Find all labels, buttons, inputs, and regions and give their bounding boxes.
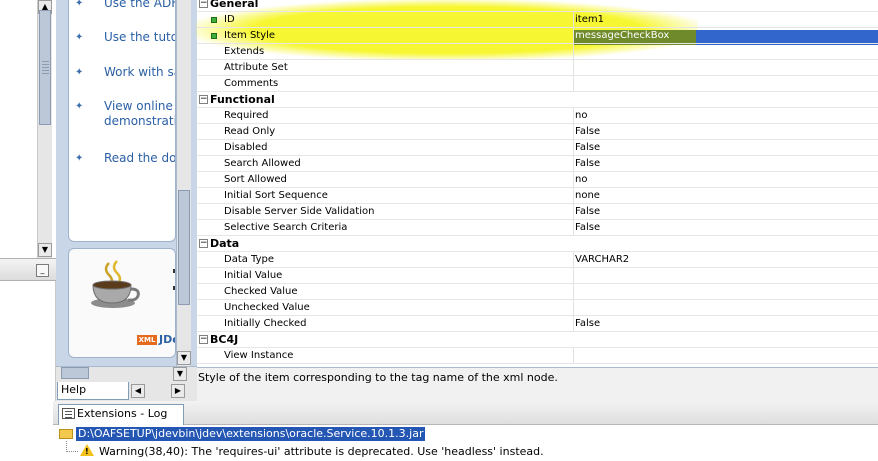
scroll-thumb[interactable]	[39, 10, 51, 125]
property-value[interactable]: False	[575, 142, 600, 153]
set-value-icon	[211, 33, 217, 39]
property-value[interactable]: False	[575, 222, 600, 233]
scroll-thumb[interactable]	[178, 190, 190, 305]
collapse-icon[interactable]: −	[199, 95, 208, 104]
property-row[interactable]: Checked Value	[197, 284, 878, 300]
category-label: Functional	[210, 93, 275, 106]
help-vertical-scrollbar[interactable]: ▼	[176, 0, 191, 366]
property-row[interactable]: Item Style messageCheckBox	[197, 28, 878, 44]
star-icon: ✦	[75, 0, 84, 9]
property-row[interactable]: Initially Checked False	[197, 316, 878, 332]
property-row[interactable]: Sort Allowed no	[197, 172, 878, 188]
property-value[interactable]: item1	[575, 14, 604, 25]
property-value[interactable]: VARCHAR2	[575, 254, 629, 265]
scroll-down-icon[interactable]: ▼	[173, 367, 187, 381]
property-name: Extends	[224, 46, 265, 57]
xml-badge: XML	[137, 335, 157, 345]
property-row[interactable]: Disabled False	[197, 140, 878, 156]
star-icon: ✦	[75, 101, 84, 112]
property-row[interactable]: Initial Sort Sequence none	[197, 188, 878, 204]
property-value[interactable]: none	[575, 190, 600, 201]
warning-icon-mark: !	[85, 447, 89, 456]
minimize-icon[interactable]: _	[36, 264, 49, 277]
property-name: Read Only	[224, 126, 276, 137]
property-value[interactable]: no	[575, 174, 587, 185]
star-icon: ✦	[75, 67, 84, 78]
property-name: ID	[224, 14, 235, 25]
property-row[interactable]: ID item1	[197, 12, 878, 28]
property-name: View Instance	[224, 350, 294, 361]
category-label: Data	[210, 237, 240, 250]
property-category-row[interactable]: − General	[197, 0, 878, 12]
property-row[interactable]: Comments	[197, 76, 878, 92]
log-path-entry[interactable]: D:\OAFSETUP\jdevbin\jdev\extensions\orac…	[76, 427, 426, 441]
property-value[interactable]: messageCheckBox	[575, 30, 669, 41]
property-row[interactable]: View Instance	[197, 348, 878, 364]
property-row[interactable]: Disable Server Side Validation False	[197, 204, 878, 220]
horizontal-scroll-thumb[interactable]	[61, 367, 89, 379]
property-name: Data Type	[224, 254, 275, 265]
property-row[interactable]: Search Allowed False	[197, 156, 878, 172]
tab-extensions-log[interactable]: Extensions - Log	[58, 404, 184, 425]
brand-text: JDe	[159, 333, 175, 346]
property-row[interactable]: Initial Value	[197, 268, 878, 284]
property-name: Initially Checked	[224, 318, 307, 329]
property-value[interactable]: False	[575, 206, 600, 217]
property-grid: − General ID item1 Item Style messageCheckBox…	[197, 0, 878, 367]
property-row[interactable]: Data Type VARCHAR2	[197, 252, 878, 268]
property-value[interactable]: False	[575, 126, 600, 137]
property-value[interactable]: False	[575, 318, 600, 329]
help-card: XML JDe	[68, 248, 176, 358]
star-icon: ✦	[75, 32, 84, 43]
collapse-icon[interactable]: −	[199, 335, 208, 344]
property-name: Comments	[224, 78, 279, 89]
scroll-down-icon[interactable]: ▼	[177, 351, 191, 365]
property-name: Selective Search Criteria	[224, 222, 348, 233]
folder-open-icon	[59, 429, 73, 439]
property-category-row[interactable]: − Functional	[197, 92, 878, 108]
property-name: Checked Value	[224, 286, 298, 297]
property-name: Attribute Set	[224, 62, 288, 73]
tab-scroll-right-icon[interactable]: ▶	[171, 384, 185, 398]
property-row[interactable]: Selective Search Criteria False	[197, 220, 878, 236]
property-category-row[interactable]: − BC4J	[197, 332, 878, 348]
left-vertical-scrollbar[interactable]: ▲ ▼	[37, 0, 52, 258]
log-icon	[62, 408, 75, 419]
property-value[interactable]: no	[575, 110, 587, 121]
set-value-icon	[211, 17, 217, 23]
property-row[interactable]: Read Only False	[197, 124, 878, 140]
category-label: BC4J	[210, 333, 239, 346]
tree-connector	[66, 451, 78, 452]
tab-help-content[interactable]: Help Content	[57, 382, 129, 412]
left-panel-body	[0, 281, 56, 461]
property-name: Initial Value	[224, 270, 283, 281]
property-name: Disable Server Side Validation	[224, 206, 375, 217]
property-name: Search Allowed	[224, 158, 301, 169]
collapse-icon[interactable]: −	[199, 239, 208, 248]
coffee-cup-icon	[91, 260, 140, 308]
property-category-row[interactable]: − Data	[197, 236, 878, 252]
help-links-card: ✦ Use the ADF ✦ Use the tutor ✦ Work wit…	[68, 0, 176, 242]
scroll-down-icon[interactable]: ▼	[38, 243, 52, 257]
collapse-icon[interactable]: −	[199, 0, 208, 8]
property-name: Unchecked Value	[224, 302, 310, 313]
property-row[interactable]: Unchecked Value	[197, 300, 878, 316]
tab-scroll-left-icon[interactable]: ◀	[131, 384, 145, 398]
star-icon: ✦	[75, 153, 84, 164]
property-row[interactable]: Extends	[197, 44, 878, 60]
property-name: Item Style	[224, 30, 276, 41]
property-name: Sort Allowed	[224, 174, 287, 185]
property-row[interactable]: Required no	[197, 108, 878, 124]
property-name: Disabled	[224, 142, 268, 153]
property-name: Initial Sort Sequence	[224, 190, 328, 201]
property-row[interactable]: Attribute Set	[197, 60, 878, 76]
property-description: Style of the item corresponding to the t…	[198, 371, 558, 384]
property-name: Required	[224, 110, 269, 121]
log-warning-message[interactable]: Warning(38,40): The 'requires-ui' attrib…	[99, 445, 544, 458]
property-value[interactable]: False	[575, 158, 600, 169]
category-label: General	[210, 0, 259, 10]
